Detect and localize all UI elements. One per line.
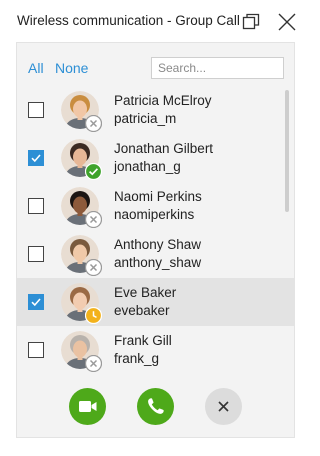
cancel-button[interactable] [205, 388, 242, 425]
status-available-icon [85, 163, 102, 180]
status-offline-icon [85, 259, 102, 276]
contact-name: Frank Gill [114, 333, 172, 348]
restore-button[interactable] [240, 11, 262, 33]
audio-call-button[interactable] [137, 388, 174, 425]
contact-name: Jonathan Gilbert [114, 141, 214, 156]
restore-icon [242, 13, 260, 30]
status-offline-icon [85, 211, 102, 228]
contact-name: Patricia McElroy [114, 93, 212, 108]
scrollbar-thumb[interactable] [285, 90, 289, 212]
contact-checkbox[interactable] [28, 246, 44, 262]
contact-row[interactable]: Eve Baker evebaker [17, 278, 294, 328]
contact-checkbox[interactable] [28, 198, 44, 214]
close-icon [218, 401, 229, 412]
status-away-icon [85, 307, 102, 324]
contact-name: Eve Baker [114, 285, 177, 300]
avatar-container [61, 91, 102, 136]
video-call-button[interactable] [69, 388, 106, 425]
avatar-container [61, 139, 102, 184]
select-none-link[interactable]: None [55, 60, 88, 76]
group-call-window: Wireless communication - Group Call All … [0, 0, 312, 456]
contact-name: Anthony Shaw [114, 237, 202, 252]
contact-username: evebaker [114, 303, 170, 318]
contact-row[interactable]: Patricia McElroy patricia_m [17, 86, 294, 136]
select-all-link[interactable]: All [28, 60, 44, 76]
status-offline-icon [85, 115, 102, 132]
contact-checkbox[interactable] [28, 342, 44, 358]
avatar-container [61, 187, 102, 232]
avatar-container [61, 235, 102, 280]
contact-username: naomiperkins [114, 207, 195, 222]
contact-list: Patricia McElroy patricia_m Jonathan Gilbe… [17, 86, 294, 376]
video-camera-icon [79, 401, 97, 412]
close-window-button[interactable] [276, 11, 298, 33]
contact-row[interactable]: Jonathan Gilbert jonathan_g [17, 134, 294, 184]
contact-row[interactable]: Frank Gill frank_g [17, 326, 294, 376]
avatar-container [61, 283, 102, 328]
contact-username: frank_g [114, 351, 160, 366]
contact-checkbox[interactable] [28, 102, 44, 118]
phone-icon [148, 398, 164, 414]
search-input[interactable] [151, 57, 284, 79]
close-icon [278, 13, 296, 31]
contact-checkbox[interactable] [28, 150, 44, 166]
contact-username: anthony_shaw [114, 255, 202, 270]
checkmark-icon [31, 154, 41, 163]
window-title: Wireless communication - Group Call [17, 13, 240, 28]
contact-username: jonathan_g [114, 159, 181, 174]
contact-username: patricia_m [114, 111, 177, 126]
contact-checkbox[interactable] [28, 294, 44, 310]
status-offline-icon [85, 355, 102, 372]
contact-row[interactable]: Naomi Perkins naomiperkins [17, 182, 294, 232]
contact-panel: All None Patricia McElroy patricia_m Jonat… [16, 42, 295, 438]
title-bar: Wireless communication - Group Call [0, 0, 312, 42]
contact-name: Naomi Perkins [114, 189, 202, 204]
avatar-container [61, 331, 102, 376]
checkmark-icon [31, 298, 41, 307]
contact-row[interactable]: Anthony Shaw anthony_shaw [17, 230, 294, 280]
